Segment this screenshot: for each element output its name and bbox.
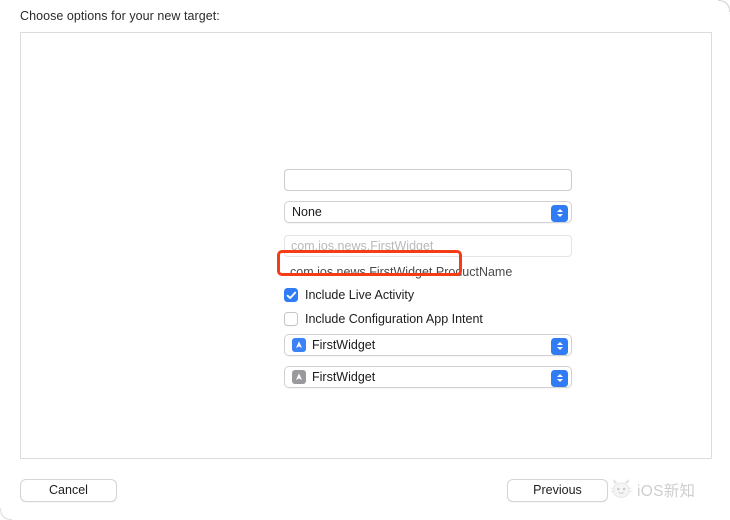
chevron-updown-icon[interactable] bbox=[551, 337, 568, 355]
team-selected-value: None bbox=[292, 205, 322, 219]
control-bundle-identifier: com.ios.news.FirstWidget.ProductName bbox=[284, 261, 572, 283]
cancel-button[interactable]: Cancel bbox=[20, 479, 117, 502]
include-configuration-app-intent-checkbox[interactable] bbox=[284, 312, 298, 326]
embed-in-application-selected-value: FirstWidget bbox=[312, 370, 376, 384]
cat-face-icon bbox=[608, 476, 635, 503]
checkbox-row-include-live-activity[interactable]: Include Live Activity bbox=[284, 285, 414, 305]
control-organization-identifier bbox=[284, 235, 572, 257]
team-popup-button[interactable]: None bbox=[284, 201, 572, 223]
watermark-text: iOS新知 bbox=[637, 482, 696, 500]
dialog-prompt: Choose options for your new target: bbox=[20, 9, 220, 23]
project-selected-value: FirstWidget bbox=[312, 338, 376, 352]
previous-button[interactable]: Previous bbox=[507, 479, 608, 502]
embed-in-application-popup-button[interactable]: FirstWidget bbox=[284, 366, 572, 388]
product-name-input[interactable] bbox=[284, 169, 572, 191]
xcode-project-icon bbox=[292, 338, 306, 352]
app-target-icon bbox=[292, 370, 306, 384]
chevron-updown-icon[interactable] bbox=[551, 204, 568, 222]
control-project: FirstWidget bbox=[284, 334, 572, 356]
checkbox-row-include-configuration-app-intent[interactable]: Include Configuration App Intent bbox=[284, 309, 483, 329]
organization-identifier-input[interactable] bbox=[284, 235, 572, 257]
new-target-options-dialog: Choose options for your new target: Prod… bbox=[0, 0, 730, 520]
include-configuration-app-intent-label: Include Configuration App Intent bbox=[305, 312, 483, 326]
chevron-updown-icon[interactable] bbox=[551, 369, 568, 387]
window-corner-top-right bbox=[718, 0, 730, 12]
include-live-activity-label: Include Live Activity bbox=[305, 288, 415, 302]
control-team: None bbox=[284, 201, 572, 223]
window-corner-bottom-left bbox=[0, 508, 12, 520]
options-form: Product Name: Team: None bbox=[21, 33, 713, 460]
include-live-activity-checkbox[interactable] bbox=[284, 288, 298, 302]
control-product-name bbox=[284, 169, 572, 191]
bundle-identifier-value: com.ios.news.FirstWidget.ProductName bbox=[290, 265, 513, 279]
options-panel: Product Name: Team: None bbox=[20, 32, 712, 459]
project-popup-button[interactable]: FirstWidget bbox=[284, 334, 572, 356]
control-embed-in-application: FirstWidget bbox=[284, 366, 572, 388]
watermark: iOS新知 bbox=[608, 474, 720, 505]
